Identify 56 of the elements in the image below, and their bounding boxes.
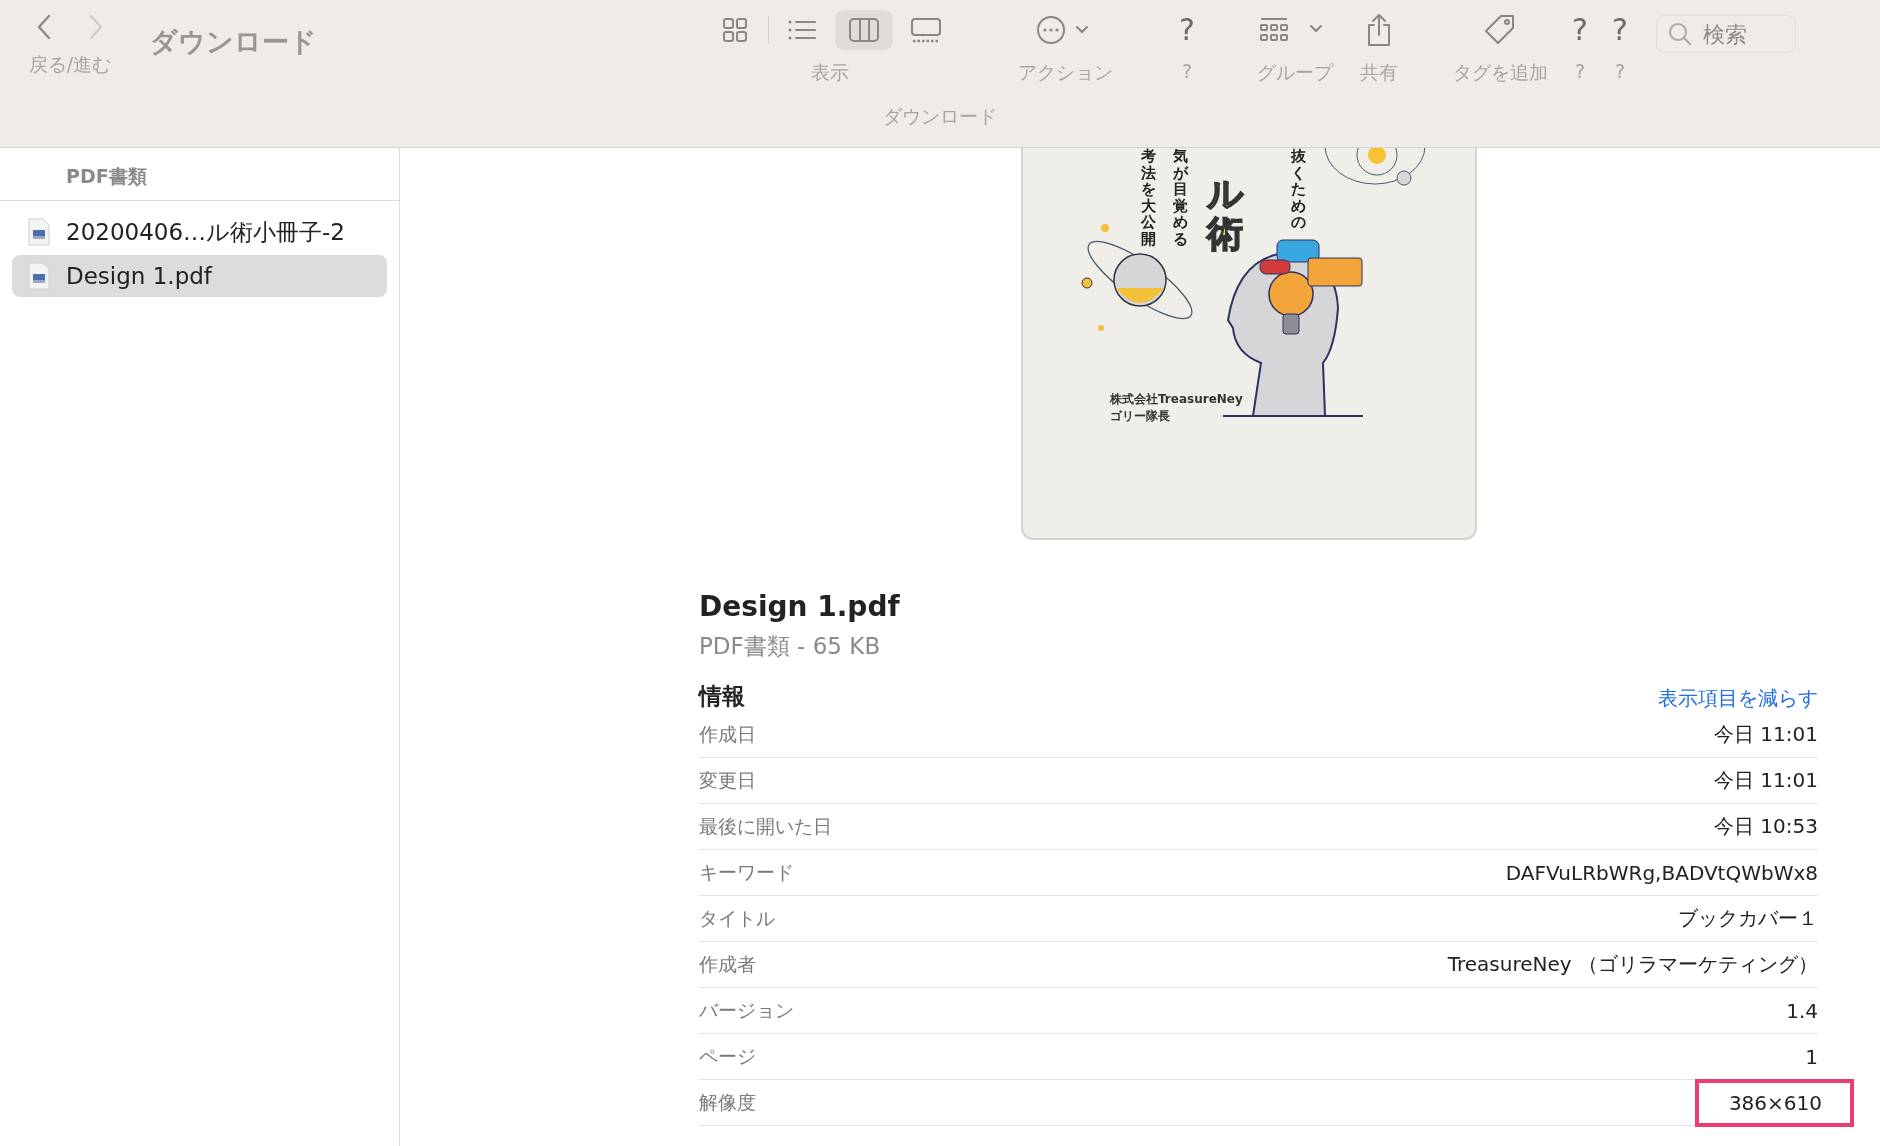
toolbar-label: 表示 [811, 60, 849, 85]
cover-text: ル術 [1207, 174, 1243, 254]
question-mark-button[interactable]: ? [1612, 10, 1628, 50]
question-mark-button[interactable]: ? [1572, 10, 1588, 50]
pdf-file-icon [28, 218, 50, 246]
info-value: 1 [1805, 1044, 1818, 1069]
tag-icon[interactable] [1483, 13, 1517, 47]
window-title: ダウンロード [150, 25, 318, 59]
info-label: タイトル [699, 905, 775, 931]
toolbar-label: タグを追加 [1452, 60, 1548, 85]
info-label: ページ [699, 1043, 756, 1069]
toolbar-label: 共有 [1360, 60, 1398, 85]
cover-text: 気が目覚める [1173, 148, 1188, 247]
icon-grid-icon [721, 17, 748, 43]
path-title: ダウンロード [883, 104, 997, 129]
file-item[interactable]: 20200406…ル術小冊子-2 [12, 211, 387, 253]
toolbar-label: ? [1181, 60, 1193, 82]
info-label: 解像度 [699, 1089, 756, 1115]
cover-text: 考法を大公開 [1141, 148, 1156, 247]
info-value: 1.4 [1786, 998, 1818, 1023]
toolbar-label: アクション [1017, 60, 1113, 85]
info-label: 変更日 [699, 767, 756, 793]
share-icon[interactable] [1366, 13, 1392, 47]
info-value: 今日 11:01 [1714, 767, 1818, 794]
info-label: キーワード [699, 859, 794, 885]
info-label: 作成日 [699, 721, 756, 747]
show-less-link[interactable]: 表示項目を減らす [1658, 685, 1818, 712]
cover-text: 株式会社TreasureNey [1110, 391, 1243, 408]
columns-icon [847, 17, 880, 43]
info-value: 今日 10:53 [1714, 813, 1818, 840]
search-field[interactable]: 検索 [1656, 15, 1796, 53]
cover-text: ゴリー隊長 [1110, 407, 1171, 425]
nav-label: 戻る/進む [28, 52, 112, 77]
toolbar-label: ? [1574, 60, 1586, 82]
pdf-file-icon [28, 262, 50, 290]
section-header: PDF書類 [0, 148, 399, 201]
info-value: TreasureNey （ゴリラマーケティング） [1447, 951, 1818, 978]
toolbar-label: グループ [1257, 60, 1333, 85]
view-mode-button[interactable] [834, 10, 893, 50]
info-value: ブックカバー１ [1678, 905, 1818, 932]
question-mark-button[interactable]: ? [1179, 10, 1195, 50]
section-title: 情報 [699, 682, 745, 711]
info-value: 今日 11:01 [1714, 721, 1818, 748]
info-value: DAFVuLRbWRg,BADVtQWbWx8 [1505, 860, 1818, 885]
toolbar-label: ? [1614, 60, 1626, 82]
info-label: 最後に開いた日 [699, 813, 832, 839]
cover-text: 抜くための [1291, 148, 1306, 231]
info-value: 386×610 [1728, 1090, 1822, 1115]
file-item[interactable]: Design 1.pdf [12, 255, 387, 297]
list-icon [786, 18, 817, 42]
file-kind-size: PDF書類 - 65 KB [699, 632, 882, 661]
info-label: バージョン [699, 997, 794, 1023]
file-name: Design 1.pdf [699, 590, 901, 623]
gallery-icon [909, 17, 942, 43]
search-icon [1668, 22, 1692, 46]
info-label: 作成者 [699, 951, 756, 977]
